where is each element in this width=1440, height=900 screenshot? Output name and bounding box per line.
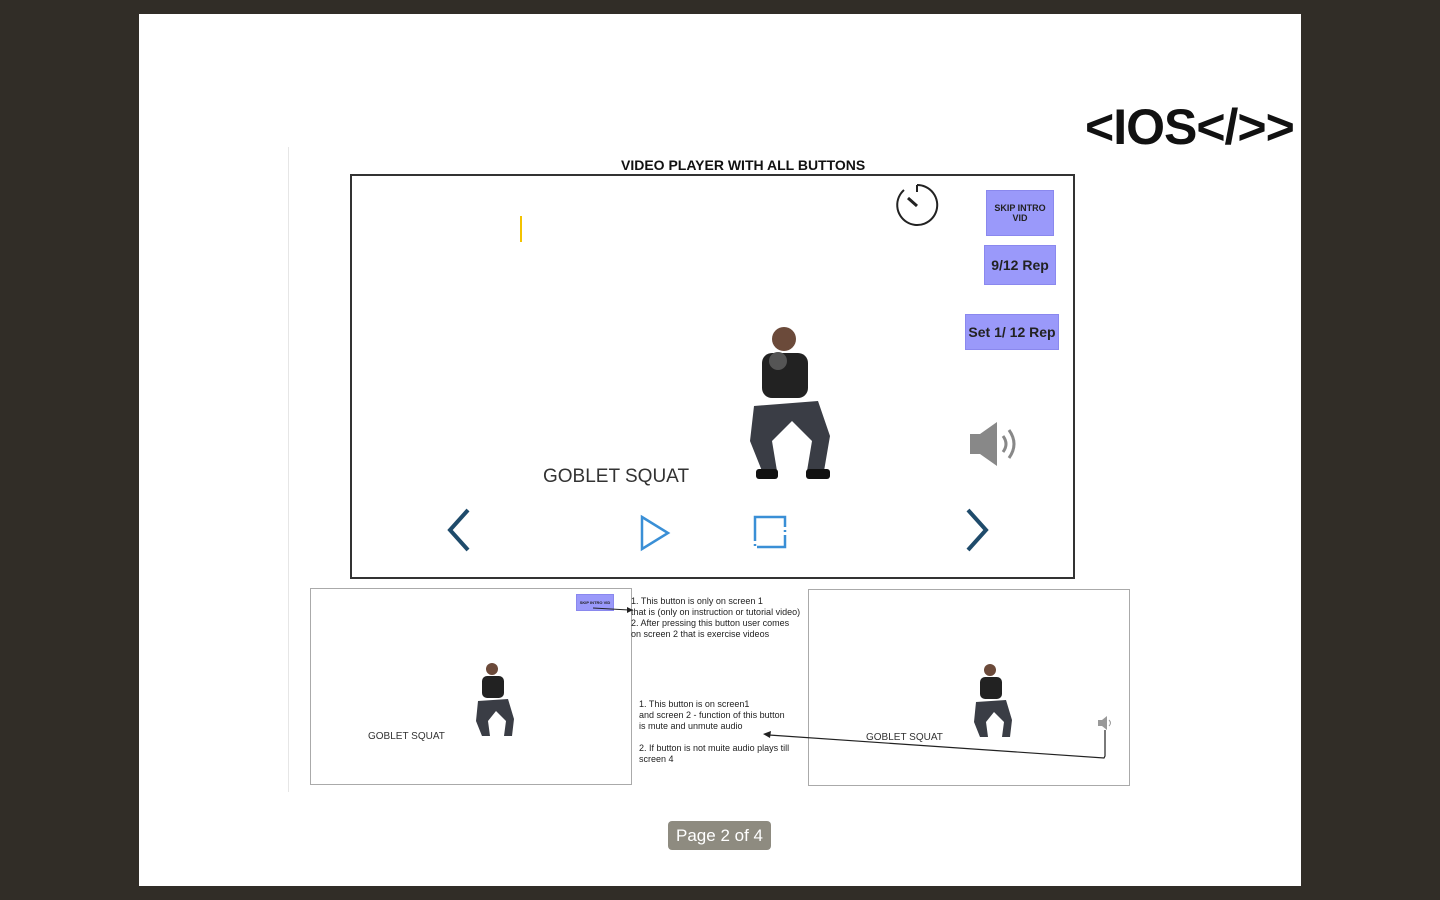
document-page: <IOS</>> VIDEO PLAYER WITH ALL BUTTONS S…: [139, 14, 1301, 886]
fullscreen-icon[interactable]: [752, 514, 788, 550]
video-player-mockup: SKIP INTRO VID 9/12 Rep Set 1/ 12 Rep GO…: [350, 174, 1075, 579]
arrow-audio: [763, 730, 1106, 759]
athlete-image: [750, 327, 830, 479]
speaker-icon[interactable]: [967, 418, 1027, 470]
ios-logo: <IOS</>>: [1085, 99, 1295, 155]
page-title: VIDEO PLAYER WITH ALL BUTTONS: [621, 157, 866, 173]
exercise-name: GOBLET SQUAT: [543, 466, 690, 487]
screen1-thumbnail: SKIP INTRO VID GOBLET SQUAT: [310, 588, 632, 785]
set-counter: Set 1/ 12 Rep: [965, 314, 1059, 350]
skip-note: 1. This button is only on screen 1 that i…: [631, 596, 801, 639]
rep-counter: 9/12 Rep: [984, 245, 1056, 285]
thumb-exercise-name: GOBLET SQUAT: [368, 731, 445, 742]
next-icon[interactable]: [962, 506, 992, 554]
play-icon[interactable]: [638, 514, 672, 552]
cursor-mark: [520, 216, 522, 242]
athlete-thumbnail: [476, 663, 514, 736]
divider: [288, 147, 289, 792]
page-indicator: Page 2 of 4: [668, 821, 771, 850]
timer-icon: [896, 183, 939, 226]
arrow-skip: [593, 607, 633, 613]
previous-icon[interactable]: [444, 506, 474, 554]
skip-intro-button[interactable]: SKIP INTRO VID: [986, 190, 1054, 236]
